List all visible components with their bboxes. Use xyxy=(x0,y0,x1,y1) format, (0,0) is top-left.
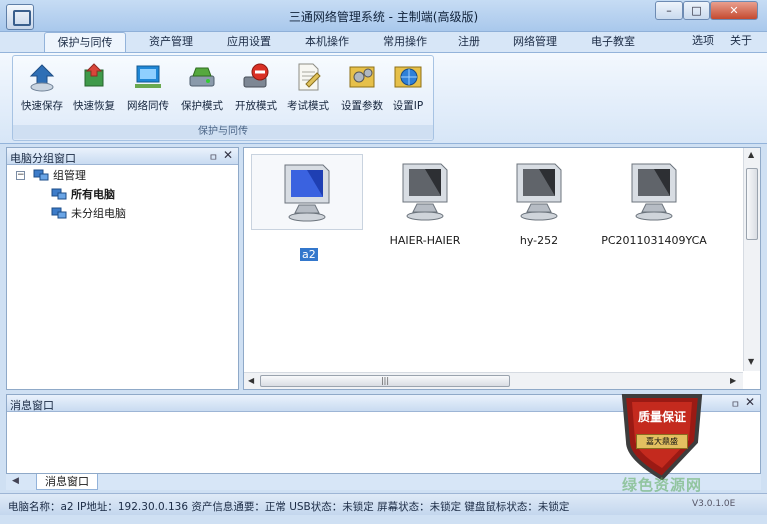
tab-local-operations[interactable]: 本机操作 xyxy=(292,32,362,52)
exam-mode-icon xyxy=(298,63,321,91)
tab-electronic-classroom[interactable]: 电子教室 xyxy=(578,32,648,52)
badge-subtitle: 嘉大鼎盛 xyxy=(636,434,688,449)
network-group-icon xyxy=(51,207,67,219)
tree-label: 未分组电脑 xyxy=(71,207,126,220)
about-link[interactable]: 关于 xyxy=(730,32,752,52)
pin-icon[interactable]: ㅁ xyxy=(731,396,740,411)
watermark: 绿色资源网 xyxy=(622,476,703,494)
settings-icon xyxy=(349,66,375,88)
computer-icon xyxy=(284,164,330,222)
tab-left-icon[interactable]: ◀ xyxy=(12,476,19,486)
computer-item[interactable]: PC2011031409YCA xyxy=(594,154,714,250)
computer-group-panel: 电脑分组窗口 ㅁ ✕ − 组管理 所有电脑 未分组电脑 xyxy=(6,147,239,390)
quality-badge: 质量保证 嘉大鼎盛 xyxy=(612,388,712,481)
panel-title: 消息窗口 xyxy=(10,399,54,412)
network-group-icon xyxy=(33,169,49,181)
badge-title: 质量保证 xyxy=(637,410,686,424)
ribbon: 快速保存 快速恢复 网络同传 保护模式 开放模式 考试模式 设置参数 设置IP … xyxy=(0,52,767,144)
computer-icon xyxy=(402,163,448,221)
tab-common-operations[interactable]: 常用操作 xyxy=(370,32,440,52)
panel-header: 电脑分组窗口 ㅁ ✕ xyxy=(7,148,238,165)
close-icon[interactable]: ✕ xyxy=(745,395,755,409)
horizontal-scrollbar[interactable]: ◀ ||| ▶ xyxy=(244,372,743,389)
computer-item[interactable]: hy-252 xyxy=(484,154,594,250)
status-text: 电脑名称：a2 IP地址：192.30.0.136 资产信息通要：正常 USB状… xyxy=(8,501,570,513)
quick-save-icon xyxy=(29,64,55,92)
version-label: V3.0.1.0E xyxy=(692,499,736,509)
tree-label: 组管理 xyxy=(53,169,86,182)
pin-icon[interactable]: ㅁ xyxy=(209,149,218,164)
tab-asset-management[interactable]: 资产管理 xyxy=(136,32,206,52)
quick-restore-icon xyxy=(84,63,104,87)
tab-register[interactable]: 注册 xyxy=(446,32,492,52)
close-icon[interactable]: ✕ xyxy=(223,148,233,162)
computer-view-panel: a2 HAIER-HAIER hy-252 PC2011031409YCA ▲ … xyxy=(243,147,761,390)
computer-name: PC2011031409YCA xyxy=(601,234,707,247)
tab-protect-sync[interactable]: 保护与同传 xyxy=(44,32,126,52)
computer-icon xyxy=(516,163,562,221)
ribbon-tabs: 保护与同传 资产管理 应用设置 本机操作 常用操作 注册 网络管理 电子教室 选… xyxy=(0,32,767,52)
collapse-icon[interactable]: − xyxy=(16,171,25,180)
scroll-right-icon[interactable]: ▶ xyxy=(730,376,736,385)
panel-title: 电脑分组窗口 xyxy=(10,152,76,165)
set-ip-label: 设置IP xyxy=(392,100,424,112)
quick-save-button[interactable]: 快速保存 xyxy=(15,62,69,116)
set-ip-icon xyxy=(394,66,422,88)
computer-item[interactable]: HAIER-HAIER xyxy=(370,154,480,250)
status-bar: 电脑名称：a2 IP地址：192.30.0.136 资产信息通要：正常 USB状… xyxy=(0,493,767,515)
network-sync-label: 网络同传 xyxy=(127,100,169,112)
open-mode-label: 开放模式 xyxy=(235,100,277,112)
scroll-left-icon[interactable]: ◀ xyxy=(248,376,254,385)
tab-message-window[interactable]: 消息窗口 xyxy=(36,474,98,490)
options-link[interactable]: 选项 xyxy=(692,32,714,52)
title-bar: 三通网络管理系统 - 主制端(高级版) – □ ✕ xyxy=(0,0,767,32)
quick-restore-label: 快速恢复 xyxy=(73,100,115,112)
ribbon-group-label: 保护与同传 xyxy=(13,125,433,139)
computer-icon xyxy=(631,163,677,221)
window-title: 三通网络管理系统 - 主制端(高级版) xyxy=(288,10,479,24)
quick-restore-button[interactable]: 快速恢复 xyxy=(67,62,121,116)
protect-mode-button[interactable]: 保护模式 xyxy=(175,62,229,116)
network-group-icon xyxy=(51,188,67,200)
maximize-button[interactable]: □ xyxy=(683,1,710,20)
computer-name: HAIER-HAIER xyxy=(389,234,461,247)
scroll-thumb[interactable]: ||| xyxy=(260,375,510,387)
close-button[interactable]: ✕ xyxy=(710,1,758,20)
network-sync-button[interactable]: 网络同传 xyxy=(121,62,175,116)
minimize-button[interactable]: – xyxy=(655,1,683,20)
tab-app-settings[interactable]: 应用设置 xyxy=(214,32,284,52)
ribbon-group-protect-sync: 快速保存 快速恢复 网络同传 保护模式 开放模式 考试模式 设置参数 设置IP … xyxy=(12,55,434,141)
tab-network-management[interactable]: 网络管理 xyxy=(500,32,570,52)
exam-mode-button[interactable]: 考试模式 xyxy=(281,62,335,116)
set-ip-button[interactable]: 设置IP xyxy=(381,62,435,116)
vertical-scrollbar[interactable]: ▲ ▼ xyxy=(743,148,760,371)
exam-mode-label: 考试模式 xyxy=(287,100,329,112)
protect-mode-label: 保护模式 xyxy=(181,100,223,112)
computer-name: hy-252 xyxy=(519,234,559,247)
scroll-up-icon[interactable]: ▲ xyxy=(748,150,754,159)
scroll-down-icon[interactable]: ▼ xyxy=(748,357,754,366)
computer-name[interactable]: a2 xyxy=(300,248,318,261)
computer-item[interactable] xyxy=(251,154,363,230)
scroll-thumb[interactable] xyxy=(746,168,758,240)
network-sync-icon xyxy=(135,65,161,88)
quick-save-label: 快速保存 xyxy=(21,100,63,112)
protect-mode-icon xyxy=(189,67,215,87)
open-mode-icon xyxy=(243,63,269,88)
tree-label: 所有电脑 xyxy=(71,188,115,201)
open-mode-button[interactable]: 开放模式 xyxy=(229,62,283,116)
